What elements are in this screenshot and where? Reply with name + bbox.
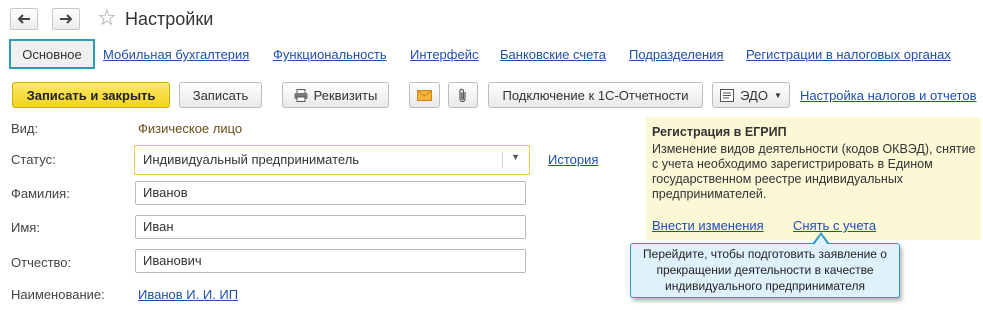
tab-mobile-accounting[interactable]: Мобильная бухгалтерия — [103, 47, 249, 62]
tab-main[interactable]: Основное — [9, 39, 95, 69]
connect-1c-reporting-button[interactable]: Подключение к 1С-Отчетности — [488, 82, 703, 108]
save-and-close-button[interactable]: Записать и закрыть — [12, 82, 170, 108]
fullname-label: Наименование: — [11, 287, 105, 302]
tab-departments[interactable]: Подразделения — [629, 47, 724, 62]
status-label: Статус: — [11, 152, 56, 167]
edo-menu-button[interactable]: ЭДО ▼ — [712, 82, 790, 108]
tab-interface[interactable]: Интерфейс — [410, 47, 478, 62]
history-link[interactable]: История — [548, 152, 598, 167]
forward-button[interactable] — [52, 8, 80, 30]
save-button[interactable]: Записать — [179, 82, 262, 108]
panel-title: Регистрация в ЕГРИП — [652, 125, 787, 139]
egrip-info-panel: Регистрация в ЕГРИП Изменение видов деят… — [646, 117, 981, 240]
arrow-left-icon — [17, 14, 31, 24]
requisites-label: Реквизиты — [313, 87, 378, 103]
star-icon[interactable]: ☆ — [97, 6, 117, 30]
status-value: Индивидуальный предприниматель — [143, 152, 360, 167]
surname-field[interactable]: Иванов — [135, 181, 526, 205]
make-changes-link[interactable]: Внести изменения — [652, 218, 764, 233]
panel-text: Изменение видов деятельности (кодов ОКВЭ… — [652, 142, 976, 201]
type-value: Физическое лицо — [138, 121, 243, 136]
select-divider — [502, 152, 503, 168]
paperclip-icon — [457, 88, 469, 103]
chevron-down-icon[interactable]: ▼ — [511, 152, 520, 162]
patronymic-label: Отчество: — [11, 255, 72, 270]
printer-icon — [294, 88, 308, 102]
tab-functionality[interactable]: Функциональность — [273, 47, 387, 62]
edo-label: ЭДО — [740, 87, 768, 103]
status-select[interactable]: Индивидуальный предприниматель ▼ — [134, 145, 530, 175]
back-button[interactable] — [10, 8, 38, 30]
fullname-link[interactable]: Иванов И. И. ИП — [138, 287, 238, 302]
tax-settings-link[interactable]: Настройка налогов и отчетов — [800, 88, 976, 103]
deregister-tooltip: Перейдите, чтобы подготовить заявление о… — [630, 243, 900, 298]
envelope-icon — [417, 89, 432, 101]
surname-label: Фамилия: — [11, 186, 70, 201]
mail-button[interactable] — [409, 82, 440, 108]
name-label: Имя: — [11, 220, 40, 235]
type-label: Вид: — [11, 121, 39, 136]
tab-tax-registrations[interactable]: Регистрации в налоговых органах — [746, 47, 951, 62]
tooltip-text: Перейдите, чтобы подготовить заявление о… — [643, 247, 887, 293]
deregister-link[interactable]: Снять с учета — [793, 218, 876, 233]
attach-button[interactable] — [448, 82, 478, 108]
arrow-right-icon — [59, 14, 73, 24]
requisites-button[interactable]: Реквизиты — [282, 82, 389, 108]
name-field[interactable]: Иван — [135, 215, 526, 239]
edo-icon — [720, 88, 735, 102]
tab-bank-accounts[interactable]: Банковские счета — [500, 47, 606, 62]
page-title: Настройки — [125, 9, 214, 29]
caret-down-icon: ▼ — [773, 90, 782, 100]
tooltip-pointer-fill — [814, 235, 828, 245]
patronymic-field[interactable]: Иванович — [135, 249, 526, 273]
